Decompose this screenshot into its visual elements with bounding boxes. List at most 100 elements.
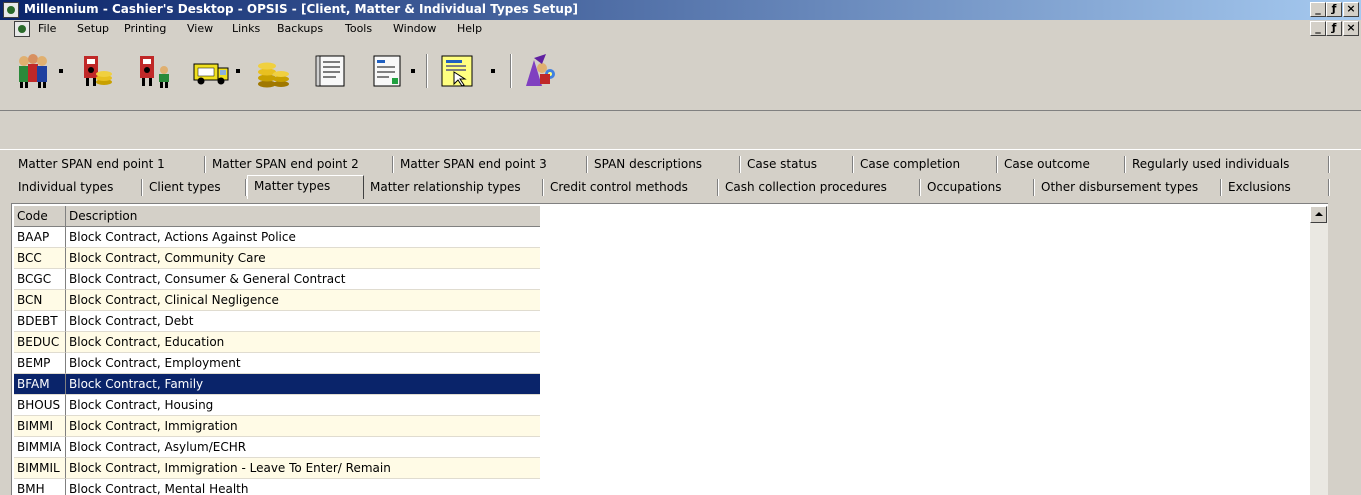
coins-icon[interactable] [254,52,292,90]
column-header-code[interactable]: Code [14,206,66,227]
mdi-close-button[interactable]: × [1343,21,1359,36]
select-form-icon[interactable] [438,52,476,90]
menu-setup[interactable]: Setup [77,22,109,35]
tab-matter-span-end-point-2[interactable]: Matter SPAN end point 2 [206,154,394,175]
table-row[interactable]: BAAP Block Contract, Actions Against Poli… [14,227,540,248]
document-window-icon[interactable] [14,21,30,37]
table-row[interactable]: BMH Block Contract, Mental Health [14,479,540,495]
mdi-minimize-button[interactable]: _ [1310,21,1326,36]
table-row[interactable]: BIMMIL Block Contract, Immigration - Leav… [14,458,540,479]
row-code-cell: BAAP [14,227,66,248]
menu-view[interactable]: View [187,22,213,35]
toolbar-separator-2 [510,54,512,88]
tab-client-types[interactable]: Client types [143,177,247,198]
tab-credit-control-methods[interactable]: Credit control methods [544,177,719,198]
table-row[interactable]: BCC Block Contract, Community Care [14,248,540,269]
tab-matter-relationship-types[interactable]: Matter relationship types [364,177,544,198]
menu-links[interactable]: Links [232,22,260,35]
tab-cash-collection-procedures[interactable]: Cash collection procedures [719,177,921,198]
tab-case-outcome[interactable]: Case outcome [998,154,1126,175]
tab-exclusions[interactable]: Exclusions [1222,177,1330,198]
row-code-cell: BCN [14,290,66,311]
table-row[interactable]: BIMMI Block Contract, Immigration [14,416,540,437]
form-dropdown-arrow-icon[interactable] [409,68,417,74]
app-icon[interactable] [3,2,19,18]
close-button[interactable]: × [1343,2,1359,17]
row-code-cell: BIMMI [14,416,66,437]
tab-label: Client types [149,180,221,194]
tab-label: Regularly used individuals [1132,157,1290,171]
row-description-cell: Block Contract, Immigration - Leave To E… [66,458,540,479]
row-description-cell: Block Contract, Consumer & General Contr… [66,269,540,290]
menu-printing[interactable]: Printing [124,22,166,35]
table-row[interactable]: BEMP Block Contract, Employment [14,353,540,374]
row-description-cell: Block Contract, Employment [66,353,540,374]
menu-backups[interactable]: Backups [277,22,323,35]
row-code-cell: BCC [14,248,66,269]
row-code-cell: BEMP [14,353,66,374]
cashier-money-icon[interactable] [78,52,116,90]
table-row[interactable]: BIMMIA Block Contract, Asylum/ECHR [14,437,540,458]
tab-matter-types[interactable]: Matter types [247,175,364,199]
tab-other-disbursement-types[interactable]: Other disbursement types [1035,177,1222,198]
menu-window[interactable]: Window [393,22,436,35]
row-code-cell: BHOUS [14,395,66,416]
document-icon[interactable] [312,52,350,90]
menu-bar: File Setup Printing View Links Backups T… [0,20,1361,39]
menu-help[interactable]: Help [457,22,482,35]
tab-matter-span-end-point-1[interactable]: Matter SPAN end point 1 [12,154,206,175]
supplier-dropdown-arrow-icon[interactable] [234,68,242,74]
restore-button[interactable]: ƒ [1326,2,1342,17]
tab-label: Individual types [18,180,114,194]
tab-case-completion[interactable]: Case completion [854,154,998,175]
tab-row-bottom: Individual types Client types Matter typ… [0,175,1330,199]
scroll-up-arrow-icon[interactable] [1310,206,1327,223]
table-row[interactable]: BFAM Block Contract, Family [14,374,540,395]
tab-individual-types[interactable]: Individual types [12,177,143,198]
tab-label: Cash collection procedures [725,180,887,194]
row-description-cell: Block Contract, Family [66,374,540,395]
minimize-button[interactable]: _ [1310,2,1326,17]
row-code-cell: BMH [14,479,66,495]
tab-regularly-used-individuals[interactable]: Regularly used individuals [1126,154,1330,175]
tab-label: Case completion [860,157,961,171]
table-row[interactable]: BHOUS Block Contract, Housing [14,395,540,416]
clients-dropdown-arrow-icon[interactable] [57,68,65,74]
tab-label: Matter SPAN end point 1 [18,157,165,171]
menu-printing-label: Printing [124,22,167,35]
table-row[interactable]: BDEBT Block Contract, Debt [14,311,540,332]
mdi-restore-button[interactable]: ƒ [1326,21,1342,36]
row-description-cell: Block Contract, Community Care [66,248,540,269]
menu-file[interactable]: File [38,22,56,35]
tab-label: SPAN descriptions [594,157,703,171]
menu-view-label: View [187,22,214,35]
tab-occupations[interactable]: Occupations [921,177,1035,198]
column-header-description[interactable]: Description [66,206,540,227]
tab-label: Matter SPAN end point 2 [212,157,359,171]
menu-help-label: Help [457,22,483,35]
tab-label: Case status [747,157,818,171]
toolbar [0,40,1361,110]
menu-links-label: Links [232,22,261,35]
form-icon[interactable] [368,52,406,90]
table-row[interactable]: BCGC Block Contract, Consumer & General C… [14,269,540,290]
tab-label: Case outcome [1004,157,1090,171]
select-form-dropdown-arrow-icon[interactable] [489,68,497,74]
vertical-scrollbar[interactable] [1310,206,1328,495]
menu-file-label: File [38,22,57,35]
table-row[interactable]: BEDUC Block Contract, Education [14,332,540,353]
row-description-cell: Block Contract, Housing [66,395,540,416]
clients-icon[interactable] [14,52,52,90]
supplier-van-icon[interactable] [192,52,230,90]
tab-span-descriptions[interactable]: SPAN descriptions [588,154,741,175]
row-code-cell: BDEBT [14,311,66,332]
tab-matter-span-end-point-3[interactable]: Matter SPAN end point 3 [394,154,588,175]
cashier-person-icon[interactable] [136,52,174,90]
tab-label: Matter types [254,179,331,193]
table-row[interactable]: BCN Block Contract, Clinical Negligence [14,290,540,311]
wizard-icon[interactable] [520,52,558,90]
tab-content-panel: Code Description BAAP Block Contract, Act… [11,203,1328,495]
tab-case-status[interactable]: Case status [741,154,854,175]
window-titlebar[interactable]: Millennium - Cashier's Desktop - OPSIS -… [0,0,1361,20]
menu-tools[interactable]: Tools [345,22,372,35]
